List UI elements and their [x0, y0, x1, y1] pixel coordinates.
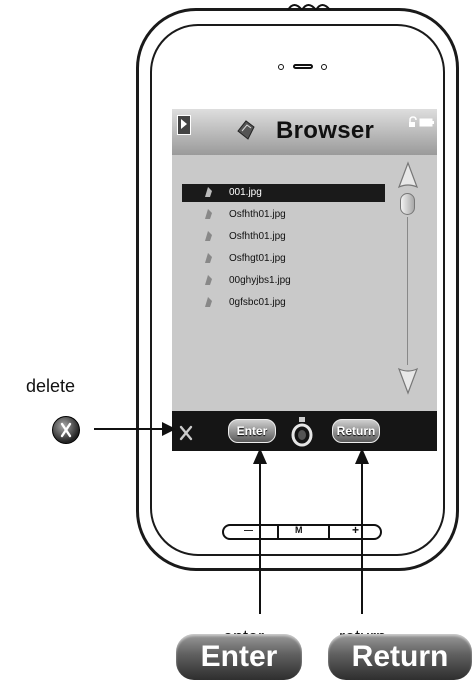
- speaker-dot-left: [278, 64, 284, 70]
- scroll-down-arrow-icon[interactable]: [397, 365, 419, 395]
- top-bumps: [287, 4, 331, 10]
- file-icon: [205, 231, 212, 241]
- delete-callout-icon: [52, 416, 80, 444]
- screen-title: Browser: [276, 117, 375, 144]
- file-name: 0gfsbc01.jpg: [229, 297, 286, 308]
- home-separator: [277, 526, 279, 538]
- return-button[interactable]: Return: [332, 419, 380, 443]
- file-icon: [205, 209, 212, 219]
- delete-x-icon[interactable]: [178, 425, 194, 441]
- delete-annotation-label: delete: [26, 376, 76, 396]
- device-screen: Browser 001.jpg Osfhth01.jpg Osfhth01.jp…: [172, 109, 437, 451]
- file-name: 00ghyjbs1.jpg: [229, 275, 291, 286]
- enter-callout-button: Enter: [176, 634, 302, 680]
- plus-button[interactable]: +: [352, 523, 359, 537]
- arrow-head-icon: [162, 422, 176, 436]
- speaker-dot-right: [321, 64, 327, 70]
- home-separator: [328, 526, 330, 538]
- return-arrow-line: [361, 462, 363, 614]
- file-name: Osfhth01.jpg: [229, 231, 286, 242]
- minus-button[interactable]: —: [244, 525, 253, 535]
- scroll-up-arrow-icon[interactable]: [397, 161, 419, 191]
- ring-icon[interactable]: [290, 417, 314, 447]
- file-icon: [205, 253, 212, 263]
- enter-button[interactable]: Enter: [228, 419, 276, 443]
- lock-battery-icon: [409, 116, 434, 127]
- scroll-thumb[interactable]: [400, 193, 415, 215]
- book-icon: [237, 120, 255, 140]
- title-bar: Browser: [172, 109, 437, 155]
- enter-arrow-line: [259, 462, 261, 614]
- scroll-track[interactable]: [407, 217, 408, 365]
- file-list: 001.jpg Osfhth01.jpg Osfhth01.jpg Osfhgt…: [172, 155, 437, 411]
- speaker-bar: [293, 64, 313, 69]
- file-name: Osfhth01.jpg: [229, 209, 286, 220]
- home-button-bar: — M +: [222, 523, 382, 540]
- menu-button[interactable]: M: [295, 525, 303, 535]
- play-icon[interactable]: [177, 115, 191, 135]
- file-icon: [205, 187, 212, 197]
- delete-arrow-line: [94, 428, 164, 430]
- file-icon: [205, 275, 212, 285]
- delete-x-icon: [60, 422, 72, 438]
- bottom-bar: Enter Return: [172, 411, 437, 451]
- return-callout-button: Return: [328, 634, 472, 680]
- file-name: Osfhgt01.jpg: [229, 253, 286, 264]
- file-name: 001.jpg: [229, 187, 262, 198]
- file-icon: [205, 297, 212, 307]
- list-item[interactable]: 001.jpg: [182, 184, 385, 202]
